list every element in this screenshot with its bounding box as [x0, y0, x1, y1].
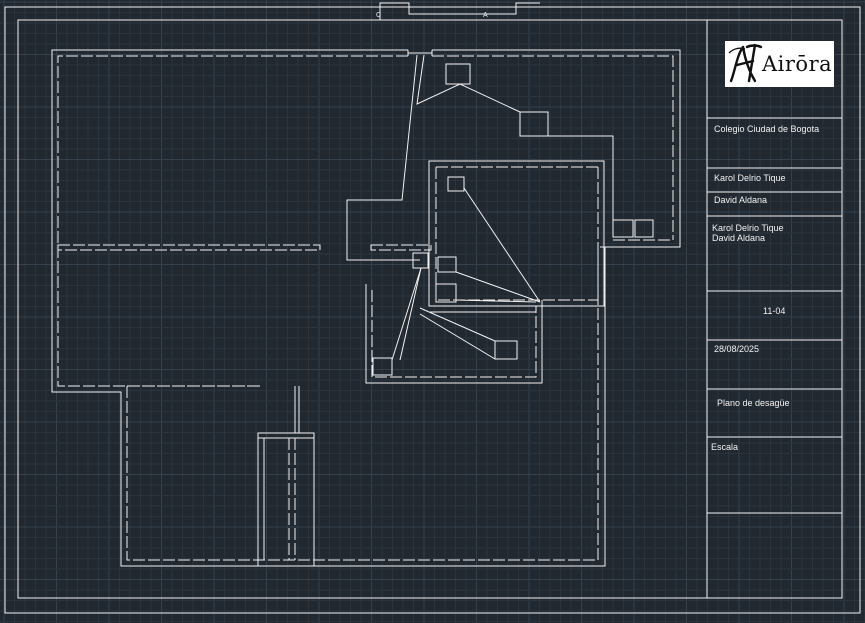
revisor-name-2: David Aldana	[712, 233, 766, 243]
inspection-box	[435, 283, 457, 303]
cad-drawing-sheet: C A Airōra Colegio Ciudad de Bogota Karo…	[0, 0, 865, 623]
revisor-name-1: Karol Delrio Tique	[712, 223, 784, 233]
drain-line	[391, 267, 422, 361]
logo: Airōra	[725, 41, 834, 87]
logo-text: Airōra	[762, 52, 833, 76]
inner-wall-dashed	[57, 55, 408, 387]
author-name-1: Karol Delrio Tique	[714, 173, 786, 183]
section-marker-bracket	[379, 2, 540, 20]
grade-label: 11-04	[763, 306, 786, 316]
inspection-box	[519, 111, 549, 137]
floor-plan-drawing	[0, 0, 865, 623]
section-marker-left: C	[376, 12, 382, 19]
interior-wall-right	[370, 244, 432, 251]
scale-label: Escala	[711, 442, 739, 452]
school-name: Colegio Ciudad de Bogota	[714, 124, 820, 134]
section-marker-right: A	[483, 12, 488, 19]
author-name-2: David Aldana	[714, 195, 768, 205]
date-label: 28/08/2025	[714, 344, 760, 354]
drawing-title: Plano de desagüe	[717, 398, 790, 408]
inspection-box	[494, 340, 518, 360]
inner-wall-dashed	[126, 247, 599, 561]
sheet-outer-border	[4, 6, 861, 614]
interior-wall-left	[57, 244, 321, 251]
lower-room-dashed	[371, 290, 537, 378]
